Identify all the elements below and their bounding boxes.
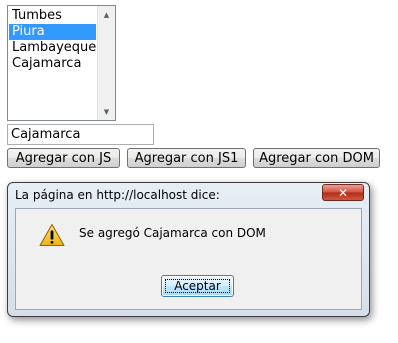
listbox-option-cajamarca[interactable]: Cajamarca — [9, 56, 96, 72]
close-icon: ✕ — [337, 185, 349, 200]
ok-button[interactable]: Aceptar — [161, 275, 234, 297]
alert-dialog: La página en http://localhost dice: ✕ Se… — [7, 182, 370, 317]
add-with-js1-button[interactable]: Agregar con JS1 — [127, 148, 246, 168]
listbox-option-lambayeque[interactable]: Lambayeque — [9, 40, 96, 56]
scroll-up-arrow-icon[interactable]: ▲ — [98, 6, 115, 23]
dialog-message: Se agregó Cajamarca con DOM — [79, 226, 266, 240]
listbox-option-tumbes[interactable]: Tumbes — [9, 8, 96, 24]
dialog-close-button[interactable]: ✕ — [322, 184, 364, 201]
dialog-body: Se agregó Cajamarca con DOM Aceptar — [15, 208, 362, 310]
scroll-down-arrow-icon[interactable]: ▼ — [98, 103, 115, 120]
listbox-option-piura[interactable]: Piura — [9, 24, 96, 40]
listbox-scrollbar[interactable]: ▲ ▼ — [97, 6, 115, 120]
add-with-dom-button[interactable]: Agregar con DOM — [253, 148, 380, 168]
focus-rectangle — [165, 279, 230, 293]
dialog-title: La página en http://localhost dice: — [15, 188, 220, 202]
province-listbox[interactable]: Tumbes Piura Lambayeque Cajamarca ▲ ▼ — [7, 5, 116, 121]
warning-icon — [39, 224, 65, 246]
province-input[interactable] — [7, 124, 154, 145]
add-with-js-button[interactable]: Agregar con JS — [7, 148, 120, 168]
